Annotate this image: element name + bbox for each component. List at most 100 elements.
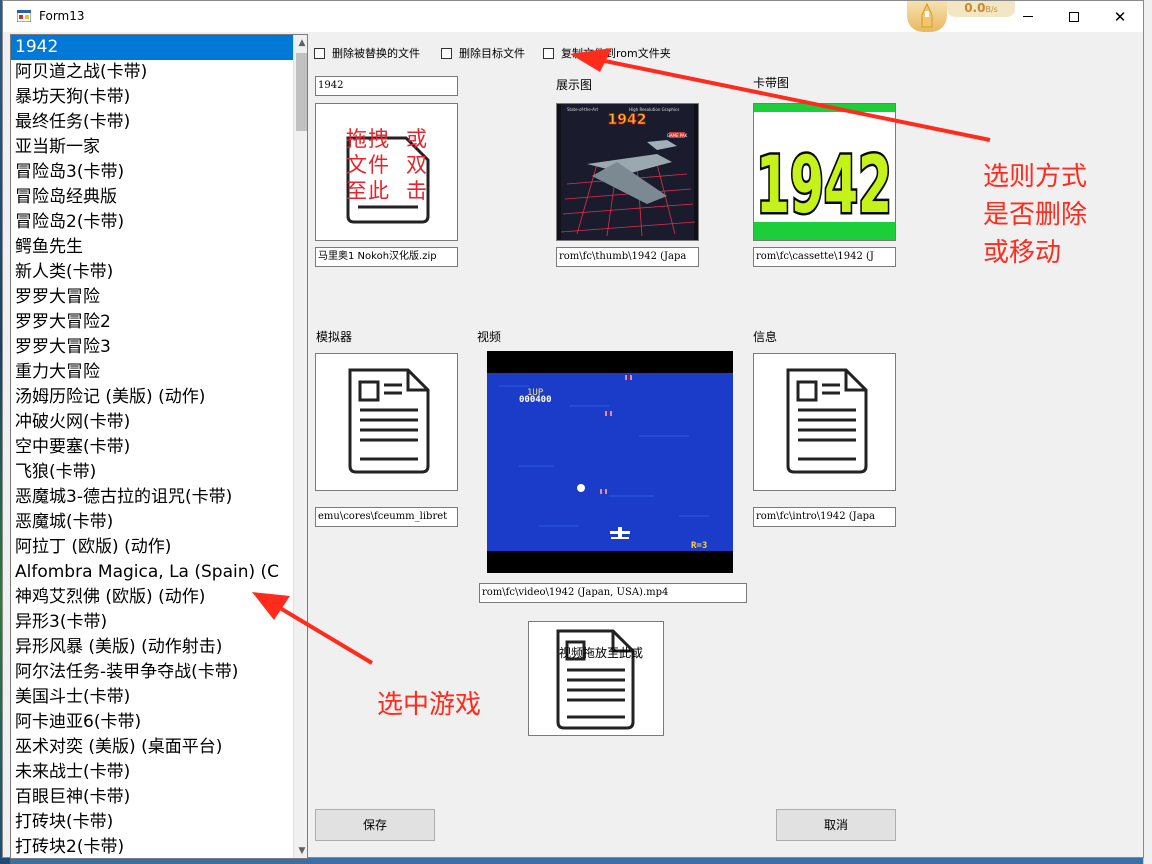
list-item[interactable]: 异形3(卡带) [11,610,293,635]
desktop-background-right [1143,0,1152,864]
delete-target-label: 删除目标文件 [459,47,525,60]
video-frame-image: 1UP 000400 R=3 [487,351,733,573]
video-preview[interactable]: 1UP 000400 R=3 [479,345,747,579]
list-item[interactable]: 汤姆历险记 (美版) (动作) [11,385,293,410]
list-item[interactable]: 冒险岛2(卡带) [11,210,293,235]
drop-text-5: 双 [406,153,428,177]
cover-title: 1942 [608,112,647,128]
drop-text-3: 至此 [346,179,390,203]
list-item[interactable]: 最终任务(卡带) [11,110,293,135]
cover-art-image: State-of-the-Art High Resolution Graphic… [557,104,698,240]
maximize-button[interactable] [1051,1,1097,32]
rom-name-input[interactable]: 1942 [315,76,458,96]
info-box[interactable] [753,353,896,491]
annotation-line-3: 或移动 [983,238,1062,268]
list-item[interactable]: 暴坊天狗(卡带) [11,85,293,110]
document-icon [556,629,635,730]
list-item[interactable]: Alfombra Magica, La (Spain) (C [11,560,293,585]
emulator-path-input[interactable]: emu\cores\fceumm_libret [315,507,458,527]
list-item[interactable]: 恶魔城(卡带) [11,510,293,535]
list-item[interactable]: 冲破火网(卡带) [11,410,293,435]
list-item[interactable]: 鳄鱼先生 [11,235,293,260]
video-drop-text: 视频拖放至此或 [559,646,644,660]
drop-text-6: 击 [406,179,428,203]
display-image-box[interactable]: State-of-the-Art High Resolution Graphic… [556,103,699,241]
drop-text-4: 或 [406,127,428,151]
list-item[interactable]: 冒险岛经典版 [11,185,293,210]
list-item[interactable]: 罗罗大冒险 [11,285,293,310]
scroll-thumb[interactable] [296,53,307,131]
drop-text-2: 文件 [346,153,390,177]
minimize-icon [1023,16,1033,17]
annotation-choose-mode: 选则方式 是否删除 或移动 [983,158,1087,272]
checkbox-box[interactable] [543,47,554,59]
video-label: 视频 [477,330,502,344]
main-window: Form13 0.0B/s ✕ 1942 阿贝道之战(卡带) 暴坊天狗(卡带) 最终任… [2,0,1144,859]
display-path-input[interactable]: rom\fc\thumb\1942 (Japa [556,247,699,267]
video-path-input[interactable]: rom\fc\video\1942 (Japan, USA).mp4 [479,583,747,603]
list-item[interactable]: 阿拉丁 (欧版) (动作) [11,535,293,560]
close-button[interactable]: ✕ [1097,1,1143,32]
delete-replaced-checkbox[interactable]: 删除被替换的文件 [314,45,420,61]
rocket-icon [907,1,947,32]
list-item[interactable]: 打砖块(卡带) [11,810,293,835]
cover-badge: GAME PAK [667,133,688,138]
hud-lives: R=3 [691,541,707,551]
list-item[interactable]: 空中要塞(卡带) [11,435,293,460]
delete-target-checkbox[interactable]: 删除目标文件 [441,45,525,61]
list-item[interactable]: 百眼巨神(卡带) [11,785,293,810]
list-item[interactable]: 冒险岛3(卡带) [11,160,293,185]
vertical-scrollbar[interactable]: ▲ ▼ [293,35,307,858]
list-item[interactable]: 美国斗士(卡带) [11,685,293,710]
save-button[interactable]: 保存 [315,809,435,841]
delete-replaced-label: 删除被替换的文件 [332,47,420,60]
window-title: Form13 [39,9,85,23]
list-item[interactable]: 亚当斯一家 [11,135,293,160]
hud-score: 000400 [519,395,552,405]
annotation-line-1: 选则方式 [983,162,1088,192]
annotation-line-2: 是否删除 [983,200,1088,230]
app-icon [17,10,31,22]
list-item[interactable]: 巫术对奕 (美版) (桌面平台) [11,735,293,760]
scroll-down-icon[interactable]: ▼ [294,843,307,858]
emulator-box[interactable] [315,353,458,491]
list-item[interactable]: 罗罗大冒险2 [11,310,293,335]
video-drop-area[interactable]: 视频拖放至此或 [528,621,664,736]
display-label: 展示图 [556,78,593,92]
cassette-image-box[interactable]: 1942 [753,103,896,241]
list-item[interactable]: 阿卡迪亚6(卡带) [11,710,293,735]
list-item[interactable]: 飞狼(卡带) [11,460,293,485]
rom-drop-area[interactable]: 拖拽 文件 至此 或 双 击 [315,103,458,241]
emulator-label: 模拟器 [316,330,353,344]
maximize-icon [1069,11,1079,22]
drop-text-1: 拖拽 [346,127,390,151]
list-item[interactable]: 异形风暴 (美版) (动作射击) [11,635,293,660]
cancel-button[interactable]: 取消 [776,809,896,841]
rom-path-input[interactable]: 马里奥1 Nokoh汉化版.zip [315,247,458,267]
title-bar[interactable]: Form13 0.0B/s ✕ [3,1,1143,32]
copy-to-rom-label: 复制文件到rom文件夹 [561,47,671,60]
list-item[interactable]: 1942 [11,35,293,60]
cassette-logo-image: 1942 [754,104,895,240]
copy-to-rom-checkbox[interactable]: 复制文件到rom文件夹 [543,45,671,61]
list-item[interactable]: 新人类(卡带) [11,260,293,285]
cover-top-left: State-of-the-Art [567,107,598,112]
game-listbox[interactable]: 1942 阿贝道之战(卡带) 暴坊天狗(卡带) 最终任务(卡带) 亚当斯一家 冒险岛3(卡… [10,34,308,859]
cassette-path-input[interactable]: rom\fc\cassette\1942 (J [753,247,896,267]
list-item[interactable]: 阿贝道之战(卡带) [11,60,293,85]
minimize-button[interactable] [1005,1,1051,32]
info-path-input[interactable]: rom\fc\intro\1942 (Japa [753,507,896,527]
list-item[interactable]: 重力大冒险 [11,360,293,385]
annotation-select-game: 选中游戏 [377,690,482,720]
list-item[interactable]: 恶魔城3-德古拉的诅咒(卡带) [11,485,293,510]
net-speed-widget[interactable]: 0.0B/s [907,1,1015,32]
scroll-up-icon[interactable]: ▲ [294,35,307,52]
list-item[interactable]: 阿尔法任务-装甲争夺战(卡带) [11,660,293,685]
list-item[interactable]: 罗罗大冒险3 [11,335,293,360]
checkbox-box[interactable] [314,47,325,59]
list-item[interactable]: 未来战士(卡带) [11,760,293,785]
list-item[interactable]: 打砖块2(卡带) [11,835,293,858]
list-item[interactable]: 神鸡艾烈佛 (欧版) (动作) [11,585,293,610]
checkbox-box[interactable] [441,47,452,59]
cassette-logo-text: 1942 [756,141,892,231]
